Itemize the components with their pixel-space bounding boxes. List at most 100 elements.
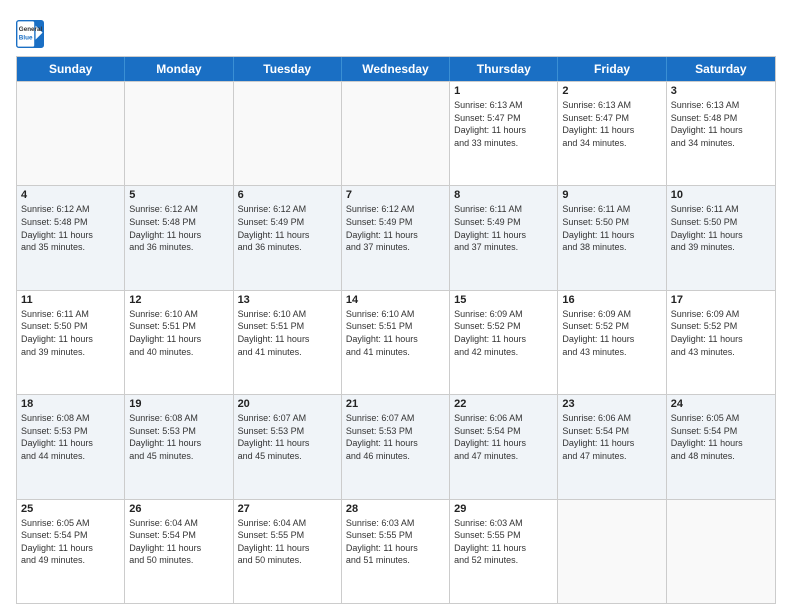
day-number: 7	[346, 189, 445, 201]
day-number: 26	[129, 503, 228, 515]
page: General Blue SundayMondayTuesdayWednesda…	[0, 0, 792, 612]
empty-cell	[234, 82, 342, 185]
empty-cell	[342, 82, 450, 185]
day-header: Tuesday	[234, 57, 342, 81]
calendar-day: 26 Sunrise: 6:04 AMSunset: 5:54 PMDayligh…	[125, 500, 233, 603]
day-number: 2	[562, 85, 661, 97]
day-info: Sunrise: 6:11 AMSunset: 5:50 PMDaylight:…	[671, 203, 771, 253]
day-number: 19	[129, 398, 228, 410]
day-number: 4	[21, 189, 120, 201]
calendar-day: 15 Sunrise: 6:09 AMSunset: 5:52 PMDayligh…	[450, 291, 558, 394]
calendar-day: 5 Sunrise: 6:12 AMSunset: 5:48 PMDaylight…	[125, 186, 233, 289]
svg-text:General: General	[19, 26, 43, 33]
calendar-day: 12 Sunrise: 6:10 AMSunset: 5:51 PMDayligh…	[125, 291, 233, 394]
calendar-day: 29 Sunrise: 6:03 AMSunset: 5:55 PMDayligh…	[450, 500, 558, 603]
day-number: 13	[238, 294, 337, 306]
calendar-day: 23Sunrise: 6:06 AMSunset: 5:54 PMDayligh…	[558, 395, 666, 498]
calendar-day: 20 Sunrise: 6:07 AMSunset: 5:53 PMDayligh…	[234, 395, 342, 498]
day-info: Sunrise: 6:11 AMSunset: 5:49 PMDaylight:…	[454, 203, 553, 253]
calendar-day: 8Sunrise: 6:11 AMSunset: 5:49 PMDaylight…	[450, 186, 558, 289]
day-info: Sunrise: 6:03 AMSunset: 5:55 PMDaylight:…	[454, 517, 553, 567]
calendar-day: 13Sunrise: 6:10 AMSunset: 5:51 PMDayligh…	[234, 291, 342, 394]
calendar-day: 19 Sunrise: 6:08 AMSunset: 5:53 PMDayligh…	[125, 395, 233, 498]
day-info: Sunrise: 6:13 AMSunset: 5:48 PMDaylight:…	[671, 99, 771, 149]
day-info: Sunrise: 6:07 AMSunset: 5:53 PMDaylight:…	[238, 412, 337, 462]
empty-cell	[17, 82, 125, 185]
calendar: SundayMondayTuesdayWednesdayThursdayFrid…	[16, 56, 776, 604]
day-info: Sunrise: 6:12 AMSunset: 5:48 PMDaylight:…	[21, 203, 120, 253]
day-header: Sunday	[17, 57, 125, 81]
header: General Blue	[16, 16, 776, 48]
calendar-header: SundayMondayTuesdayWednesdayThursdayFrid…	[17, 57, 775, 81]
day-number: 22	[454, 398, 553, 410]
day-header: Wednesday	[342, 57, 450, 81]
calendar-week: 25Sunrise: 6:05 AMSunset: 5:54 PMDayligh…	[17, 499, 775, 603]
day-info: Sunrise: 6:05 AMSunset: 5:54 PMDaylight:…	[671, 412, 771, 462]
calendar-day: 24 Sunrise: 6:05 AMSunset: 5:54 PMDayligh…	[667, 395, 775, 498]
calendar-day: 3 Sunrise: 6:13 AMSunset: 5:48 PMDaylight…	[667, 82, 775, 185]
day-info: Sunrise: 6:12 AMSunset: 5:48 PMDaylight:…	[129, 203, 228, 253]
calendar-day: 22 Sunrise: 6:06 AMSunset: 5:54 PMDayligh…	[450, 395, 558, 498]
calendar-week: 11Sunrise: 6:11 AMSunset: 5:50 PMDayligh…	[17, 290, 775, 394]
day-number: 25	[21, 503, 120, 515]
day-number: 20	[238, 398, 337, 410]
calendar-day: 2 Sunrise: 6:13 AMSunset: 5:47 PMDaylight…	[558, 82, 666, 185]
day-info: Sunrise: 6:12 AMSunset: 5:49 PMDaylight:…	[238, 203, 337, 253]
day-number: 16	[562, 294, 661, 306]
logo-icon: General Blue	[16, 20, 44, 48]
empty-cell	[558, 500, 666, 603]
day-info: Sunrise: 6:09 AMSunset: 5:52 PMDaylight:…	[671, 308, 771, 358]
day-info: Sunrise: 6:04 AMSunset: 5:54 PMDaylight:…	[129, 517, 228, 567]
calendar-day: 7 Sunrise: 6:12 AMSunset: 5:49 PMDaylight…	[342, 186, 450, 289]
calendar-day: 25Sunrise: 6:05 AMSunset: 5:54 PMDayligh…	[17, 500, 125, 603]
day-number: 11	[21, 294, 120, 306]
day-number: 5	[129, 189, 228, 201]
calendar-week: 1 Sunrise: 6:13 AMSunset: 5:47 PMDaylight…	[17, 81, 775, 185]
day-info: Sunrise: 6:07 AMSunset: 5:53 PMDaylight:…	[346, 412, 445, 462]
day-info: Sunrise: 6:13 AMSunset: 5:47 PMDaylight:…	[454, 99, 553, 149]
day-info: Sunrise: 6:08 AMSunset: 5:53 PMDaylight:…	[21, 412, 120, 462]
day-number: 14	[346, 294, 445, 306]
day-number: 24	[671, 398, 771, 410]
day-info: Sunrise: 6:09 AMSunset: 5:52 PMDaylight:…	[562, 308, 661, 358]
day-number: 12	[129, 294, 228, 306]
empty-cell	[125, 82, 233, 185]
day-info: Sunrise: 6:13 AMSunset: 5:47 PMDaylight:…	[562, 99, 661, 149]
day-info: Sunrise: 6:10 AMSunset: 5:51 PMDaylight:…	[129, 308, 228, 358]
calendar-day: 21Sunrise: 6:07 AMSunset: 5:53 PMDayligh…	[342, 395, 450, 498]
day-number: 28	[346, 503, 445, 515]
calendar-week: 18 Sunrise: 6:08 AMSunset: 5:53 PMDayligh…	[17, 394, 775, 498]
calendar-day: 11Sunrise: 6:11 AMSunset: 5:50 PMDayligh…	[17, 291, 125, 394]
day-number: 18	[21, 398, 120, 410]
day-info: Sunrise: 6:06 AMSunset: 5:54 PMDaylight:…	[454, 412, 553, 462]
calendar-day: 9 Sunrise: 6:11 AMSunset: 5:50 PMDaylight…	[558, 186, 666, 289]
empty-cell	[667, 500, 775, 603]
day-info: Sunrise: 6:11 AMSunset: 5:50 PMDaylight:…	[562, 203, 661, 253]
day-info: Sunrise: 6:09 AMSunset: 5:52 PMDaylight:…	[454, 308, 553, 358]
day-number: 9	[562, 189, 661, 201]
day-number: 29	[454, 503, 553, 515]
day-number: 27	[238, 503, 337, 515]
day-number: 15	[454, 294, 553, 306]
day-info: Sunrise: 6:04 AMSunset: 5:55 PMDaylight:…	[238, 517, 337, 567]
day-header: Monday	[125, 57, 233, 81]
day-info: Sunrise: 6:10 AMSunset: 5:51 PMDaylight:…	[346, 308, 445, 358]
calendar-day: 16 Sunrise: 6:09 AMSunset: 5:52 PMDayligh…	[558, 291, 666, 394]
calendar-day: 28Sunrise: 6:03 AMSunset: 5:55 PMDayligh…	[342, 500, 450, 603]
calendar-day: 6 Sunrise: 6:12 AMSunset: 5:49 PMDaylight…	[234, 186, 342, 289]
calendar-day: 27 Sunrise: 6:04 AMSunset: 5:55 PMDayligh…	[234, 500, 342, 603]
calendar-day: 1 Sunrise: 6:13 AMSunset: 5:47 PMDaylight…	[450, 82, 558, 185]
day-info: Sunrise: 6:08 AMSunset: 5:53 PMDaylight:…	[129, 412, 228, 462]
calendar-day: 17Sunrise: 6:09 AMSunset: 5:52 PMDayligh…	[667, 291, 775, 394]
day-number: 23	[562, 398, 661, 410]
day-number: 6	[238, 189, 337, 201]
day-header: Thursday	[450, 57, 558, 81]
day-header: Friday	[558, 57, 666, 81]
day-number: 3	[671, 85, 771, 97]
logo: General Blue	[16, 20, 48, 48]
calendar-week: 4 Sunrise: 6:12 AMSunset: 5:48 PMDaylight…	[17, 185, 775, 289]
svg-text:Blue: Blue	[19, 35, 33, 42]
day-info: Sunrise: 6:12 AMSunset: 5:49 PMDaylight:…	[346, 203, 445, 253]
calendar-day: 18 Sunrise: 6:08 AMSunset: 5:53 PMDayligh…	[17, 395, 125, 498]
day-number: 1	[454, 85, 553, 97]
